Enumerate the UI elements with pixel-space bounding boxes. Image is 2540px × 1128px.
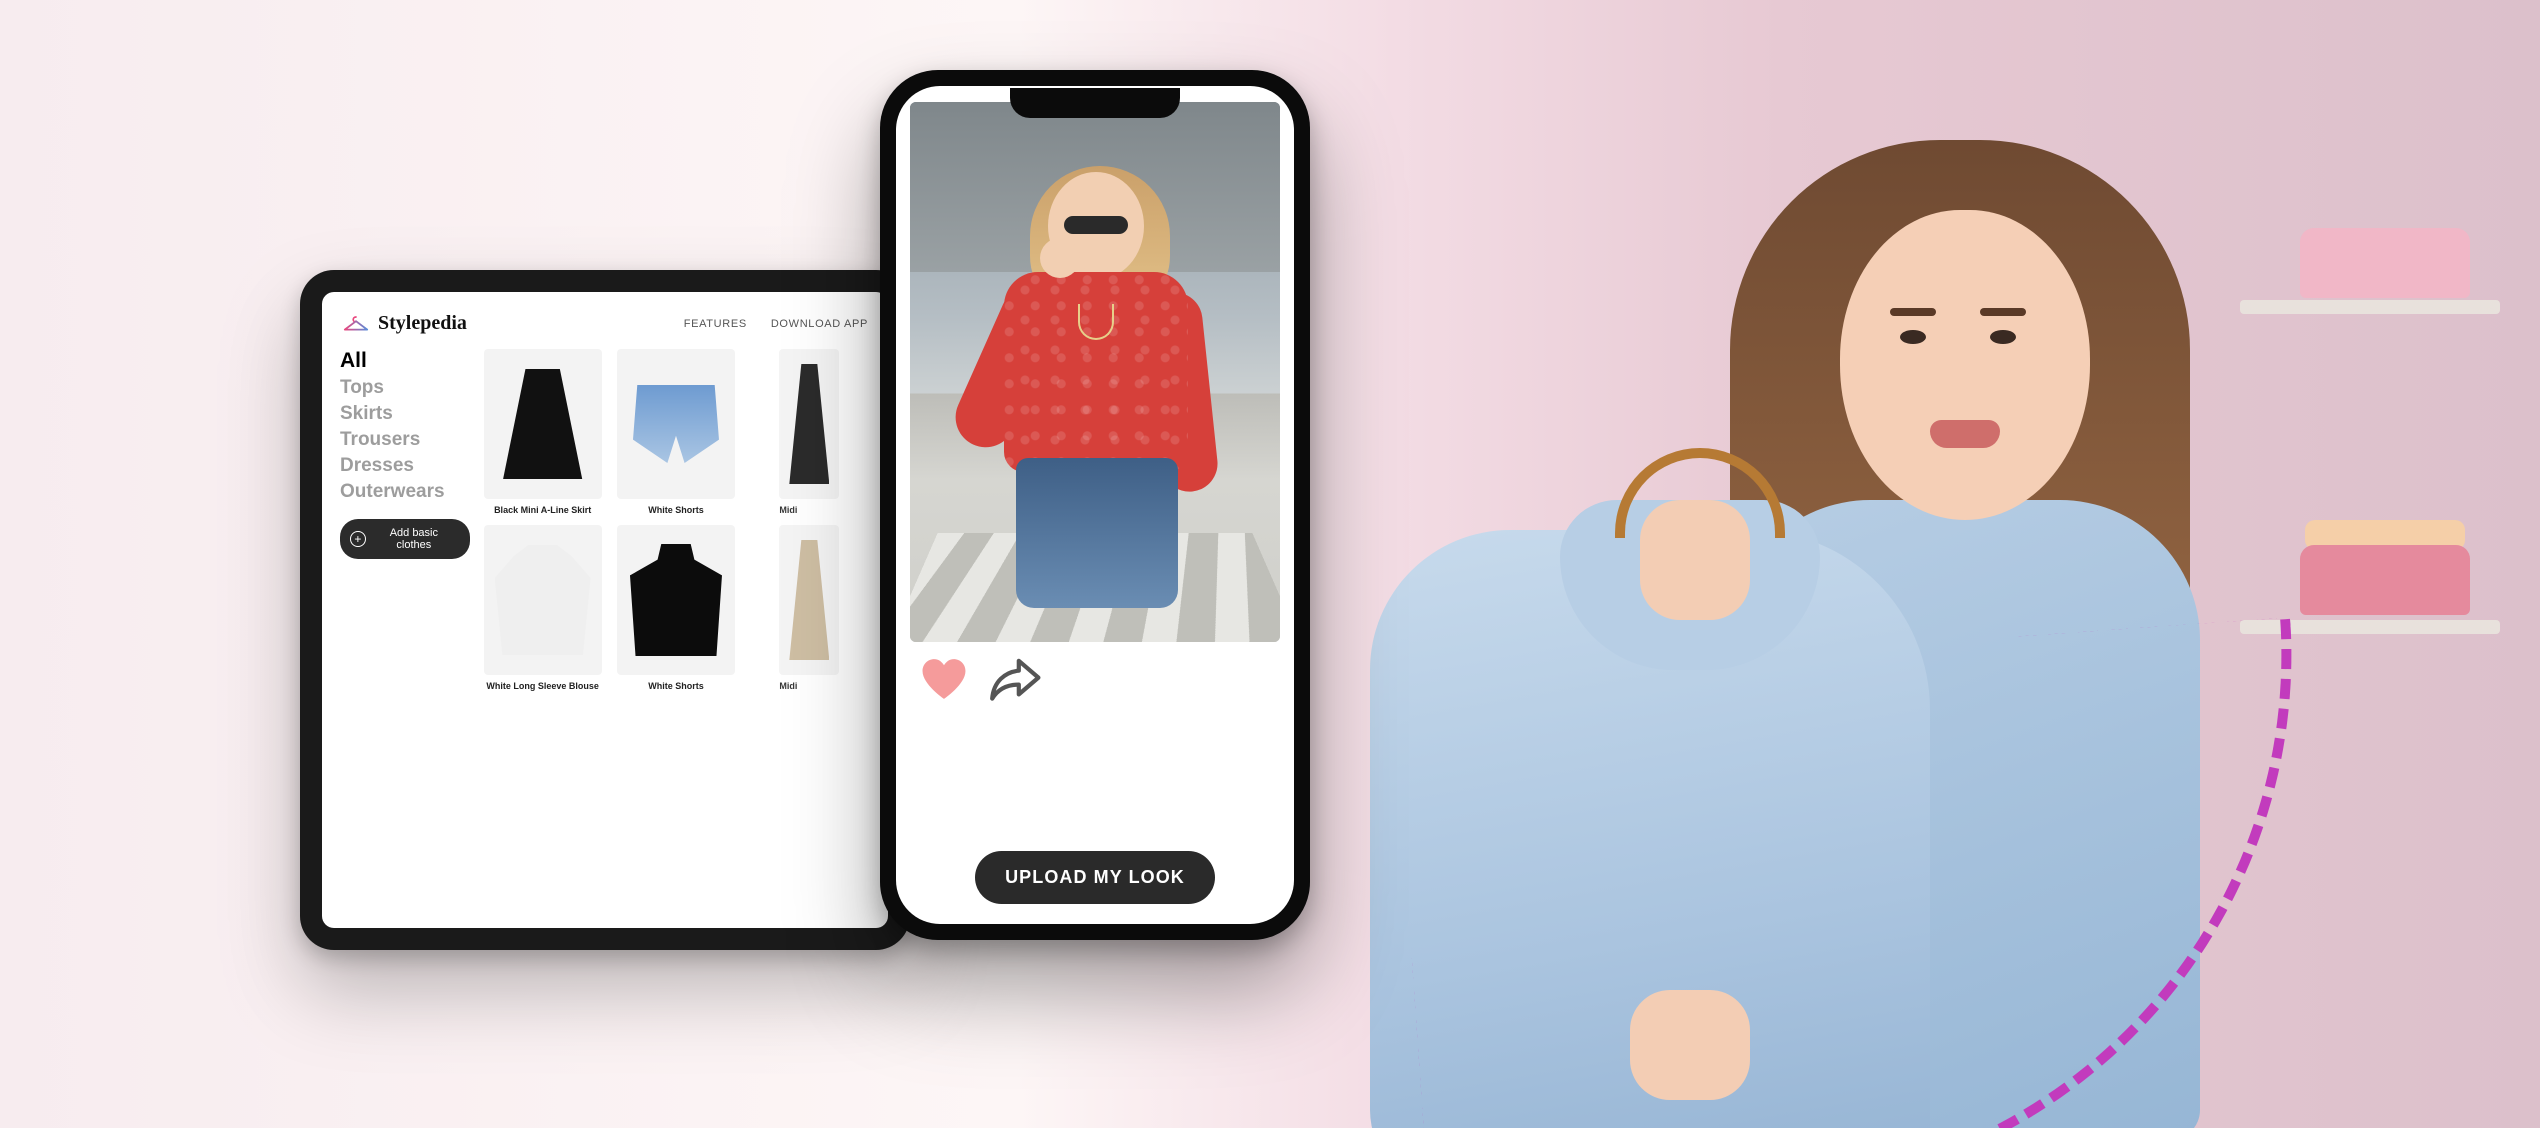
phone-device-frame: UPLOAD MY LOOK [880, 70, 1310, 940]
heart-icon[interactable] [918, 656, 970, 702]
midi-thumbnail [789, 364, 829, 484]
nav-features[interactable]: FEATURES [684, 318, 747, 330]
category-trousers[interactable]: Trousers [340, 429, 470, 451]
share-icon[interactable] [988, 656, 1044, 702]
photo-actions [896, 650, 1294, 708]
category-skirts[interactable]: Skirts [340, 403, 470, 425]
category-all[interactable]: All [340, 349, 470, 373]
grid-item[interactable]: Midi [749, 525, 870, 691]
tablet-device-frame: Stylepedia FEATURES DOWNLOAD APP All Top… [300, 270, 910, 950]
phone-screen: UPLOAD MY LOOK [896, 86, 1294, 924]
item-caption: White Shorts [648, 505, 704, 515]
grid-item[interactable]: Midi [749, 349, 870, 515]
midi-thumbnail [789, 540, 829, 660]
brand: Stylepedia [342, 312, 467, 335]
upload-my-look-button[interactable]: UPLOAD MY LOOK [975, 851, 1215, 904]
item-caption: Midi [779, 681, 839, 691]
category-dresses[interactable]: Dresses [340, 455, 470, 477]
item-caption: White Long Sleeve Blouse [486, 681, 599, 691]
category-sidebar: All Tops Skirts Trousers Dresses Outerwe… [340, 349, 470, 691]
white-blouse-thumbnail [495, 545, 591, 655]
item-caption: White Shorts [648, 681, 704, 691]
look-photo[interactable] [910, 102, 1280, 642]
folded-clothes [2300, 228, 2470, 298]
tablet-screen: Stylepedia FEATURES DOWNLOAD APP All Top… [322, 292, 888, 928]
black-turtleneck-thumbnail [630, 544, 722, 656]
add-basic-clothes-label: Add basic clothes [372, 527, 456, 551]
category-tops[interactable]: Tops [340, 377, 470, 399]
clothes-grid: Black Mini A-Line Skirt White Shorts Mid… [482, 349, 870, 691]
add-basic-clothes-button[interactable]: + Add basic clothes [340, 519, 470, 559]
item-caption: Black Mini A-Line Skirt [494, 505, 591, 515]
grid-item[interactable]: White Shorts [615, 349, 736, 515]
category-outerwears[interactable]: Outerwears [340, 481, 470, 503]
outfit-person-illustration [970, 172, 1220, 602]
tablet-header: Stylepedia FEATURES DOWNLOAD APP [340, 310, 870, 349]
hanger-logo-icon [342, 314, 370, 334]
black-skirt-thumbnail [500, 369, 586, 479]
plus-icon: + [350, 531, 366, 547]
nav-download-app[interactable]: DOWNLOAD APP [771, 318, 868, 330]
upload-label: UPLOAD MY LOOK [1005, 867, 1185, 887]
folded-clothes [2300, 545, 2470, 615]
hero-photo-background [1140, 0, 2540, 1128]
denim-shorts-thumbnail [633, 385, 719, 463]
grid-item[interactable]: White Long Sleeve Blouse [482, 525, 603, 691]
grid-item[interactable]: White Shorts [615, 525, 736, 691]
item-caption: Midi [779, 505, 839, 515]
grid-item[interactable]: Black Mini A-Line Skirt [482, 349, 603, 515]
brand-name: Stylepedia [378, 312, 467, 335]
